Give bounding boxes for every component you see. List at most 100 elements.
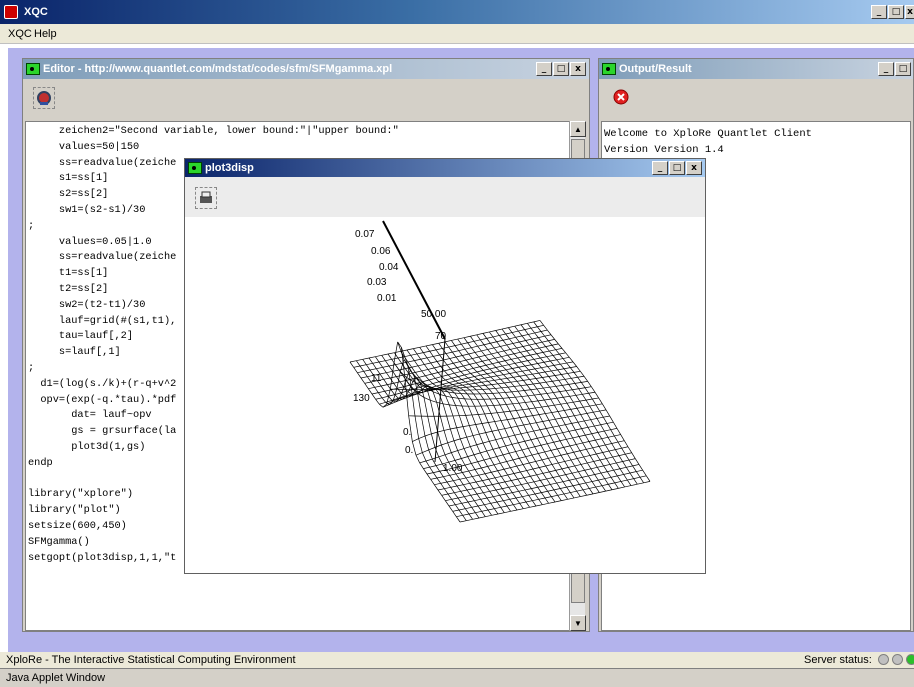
mesh-line: [568, 383, 576, 385]
mesh-line: [535, 504, 543, 507]
mesh-line: [458, 397, 465, 400]
mesh-line: [453, 363, 458, 368]
maximize-icon[interactable]: □: [553, 62, 569, 76]
mesh-line: [589, 404, 597, 407]
mesh-line: [502, 398, 507, 405]
mesh-line: [606, 421, 614, 424]
mesh-line: [394, 394, 399, 399]
mesh-line: [570, 492, 575, 499]
mesh-line: [522, 409, 527, 417]
mesh-line: [441, 495, 446, 501]
mesh-line: [500, 419, 508, 421]
close-icon[interactable]: x: [570, 62, 586, 76]
mesh-line: [479, 366, 484, 371]
minimize-icon[interactable]: _: [871, 5, 887, 19]
mesh-line: [505, 332, 513, 335]
mesh-line: [375, 399, 380, 405]
mesh-line: [503, 373, 510, 376]
mesh-line: [507, 354, 512, 360]
mesh-line: [517, 424, 524, 427]
mesh-line: [447, 492, 455, 495]
mesh-line: [545, 380, 553, 383]
mesh-line: [532, 414, 540, 416]
mesh-line: [642, 469, 647, 476]
mesh-line: [467, 454, 475, 457]
mesh-line: [589, 453, 597, 456]
mesh-line: [621, 446, 629, 449]
mesh-line: [372, 361, 380, 364]
mesh-line: [543, 325, 548, 331]
mesh-line: [588, 393, 593, 400]
mesh-line: [639, 475, 647, 478]
plot-canvas[interactable]: 0.07 0.06 0.04 0.03 0.01 50.00 70 11 130 0. 0. 1.00: [185, 217, 705, 573]
mesh-line: [497, 382, 505, 385]
mesh-line: [500, 344, 507, 347]
mesh-line: [604, 478, 609, 485]
mesh-line: [529, 378, 537, 380]
mesh-line: [558, 378, 566, 381]
clear-button[interactable]: [611, 87, 633, 109]
mesh-line: [467, 376, 475, 379]
mesh-line: [469, 483, 474, 489]
mesh-line: [489, 368, 494, 373]
maximize-icon[interactable]: □: [669, 161, 685, 175]
mesh-line: [532, 349, 537, 354]
status-text: XploRe - The Interactive Statistical Com…: [6, 654, 296, 666]
scroll-up-icon[interactable]: ▲: [570, 121, 586, 137]
mesh-line: [502, 488, 507, 495]
mesh-line: [485, 484, 493, 487]
mesh-line: [490, 341, 497, 344]
plot-titlebar[interactable]: plot3disp _ □ x: [185, 159, 705, 177]
mesh-line: [484, 471, 492, 475]
mesh-line: [459, 386, 467, 389]
minimize-icon[interactable]: _: [652, 161, 668, 175]
mesh-line: [533, 359, 538, 364]
run-button[interactable]: [33, 87, 55, 109]
mesh-line: [570, 458, 578, 461]
editor-titlebar[interactable]: Editor - http://www.quantlet.com/mdstat/…: [23, 59, 589, 79]
mesh-line: [614, 434, 621, 437]
mesh-line: [561, 348, 566, 354]
mesh-line: [551, 370, 556, 376]
menu-help[interactable]: Help: [34, 28, 57, 40]
mesh-line: [577, 458, 582, 465]
close-icon[interactable]: x: [686, 161, 702, 175]
surface-plot[interactable]: 0.070.060.040.030.0150.0070111300.0.1.00: [185, 217, 705, 573]
mesh-line: [436, 361, 441, 367]
mesh-line: [517, 357, 522, 363]
mesh-line: [419, 462, 424, 469]
maximize-icon[interactable]: □: [895, 62, 911, 76]
mesh-line: [599, 458, 607, 461]
output-titlebar[interactable]: Output/Result _ □: [599, 59, 913, 79]
close-icon[interactable]: x: [905, 5, 914, 19]
mesh-line: [521, 484, 526, 491]
maximize-icon[interactable]: □: [888, 5, 904, 19]
minimize-icon[interactable]: _: [878, 62, 894, 76]
minimize-icon[interactable]: _: [536, 62, 552, 76]
mesh-line: [495, 365, 503, 368]
mesh-line: [536, 387, 544, 390]
mesh-line: [527, 323, 532, 329]
mesh-line: [627, 478, 634, 481]
mesh-line: [556, 358, 564, 361]
mesh-line: [536, 353, 541, 359]
mesh-line: [503, 374, 508, 379]
mesh-line: [602, 452, 607, 459]
mesh-line: [568, 465, 575, 468]
menu-xqc[interactable]: XQC: [8, 28, 32, 40]
mesh-line: [430, 477, 438, 480]
mesh-line: [587, 427, 592, 434]
mesh-line: [604, 476, 612, 480]
axis-tick-label: 1.00: [443, 463, 463, 474]
mesh-line: [612, 456, 617, 464]
mesh-line: [551, 411, 559, 413]
mesh-line: [583, 376, 588, 382]
server-status-led: [906, 654, 914, 665]
mesh-line: [519, 417, 524, 426]
print-button[interactable]: [195, 187, 217, 209]
mesh-line: [508, 485, 516, 488]
mesh-line: [475, 480, 483, 483]
scroll-down-icon[interactable]: ▼: [570, 615, 586, 631]
mesh-line: [525, 340, 530, 346]
mesh-line: [476, 492, 484, 495]
